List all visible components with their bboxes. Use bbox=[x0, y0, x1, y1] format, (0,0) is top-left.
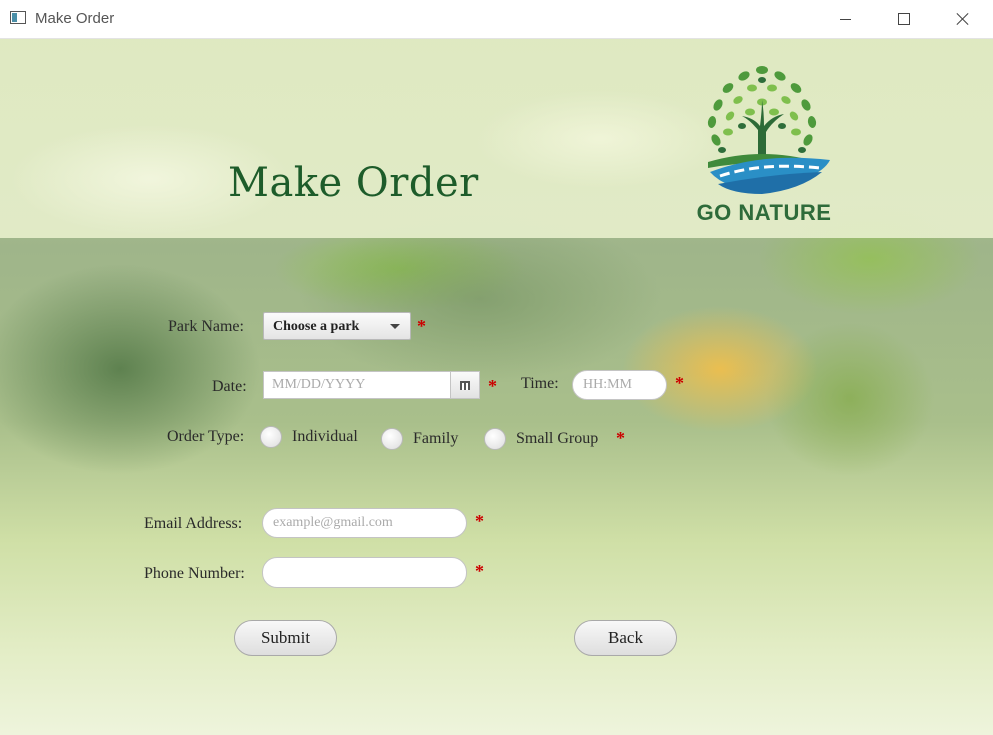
maximize-button[interactable] bbox=[881, 0, 927, 38]
make-order-window: Make Order Make Order GO NATURE Park Nam… bbox=[0, 0, 993, 735]
page-title: Make Order bbox=[228, 160, 479, 206]
email-input[interactable] bbox=[262, 508, 467, 538]
radio-small-group-label: Small Group bbox=[516, 430, 599, 447]
calendar-icon bbox=[460, 380, 470, 390]
maximize-icon bbox=[898, 13, 910, 25]
email-required-mark: * bbox=[475, 511, 484, 531]
park-select-value: Choose a park bbox=[273, 319, 360, 334]
app-icon bbox=[10, 11, 26, 24]
minimize-icon bbox=[839, 18, 851, 20]
time-input[interactable] bbox=[572, 370, 667, 400]
submit-button[interactable]: Submit bbox=[234, 620, 337, 656]
chevron-down-icon bbox=[390, 324, 400, 329]
time-required-mark: * bbox=[675, 373, 684, 393]
park-select[interactable]: Choose a park bbox=[263, 312, 411, 340]
park-name-label: Park Name: bbox=[168, 318, 244, 335]
minimize-button[interactable] bbox=[822, 0, 868, 38]
phone-input[interactable] bbox=[262, 557, 467, 588]
radio-individual-label: Individual bbox=[292, 428, 358, 445]
date-input[interactable] bbox=[264, 372, 451, 398]
radio-family[interactable] bbox=[381, 428, 403, 450]
email-label: Email Address: bbox=[144, 515, 243, 532]
calendar-button[interactable] bbox=[450, 372, 479, 398]
radio-small-group[interactable] bbox=[484, 428, 506, 450]
order-type-label: Order Type: bbox=[167, 428, 245, 445]
window-title: Make Order bbox=[35, 10, 115, 27]
order-type-required-mark: * bbox=[616, 428, 625, 448]
park-required-mark: * bbox=[417, 316, 426, 336]
back-button[interactable]: Back bbox=[574, 620, 677, 656]
close-icon bbox=[956, 12, 970, 26]
date-required-mark: * bbox=[488, 376, 497, 396]
phone-label: Phone Number: bbox=[144, 565, 245, 582]
date-picker bbox=[263, 371, 480, 399]
date-label: Date: bbox=[212, 378, 247, 395]
title-bar: Make Order bbox=[0, 0, 993, 39]
logo-text: GO NATURE bbox=[696, 200, 832, 225]
close-button[interactable] bbox=[940, 0, 986, 38]
time-label: Time: bbox=[521, 375, 559, 392]
radio-family-label: Family bbox=[413, 430, 459, 447]
phone-required-mark: * bbox=[475, 561, 484, 581]
radio-individual[interactable] bbox=[260, 426, 282, 448]
